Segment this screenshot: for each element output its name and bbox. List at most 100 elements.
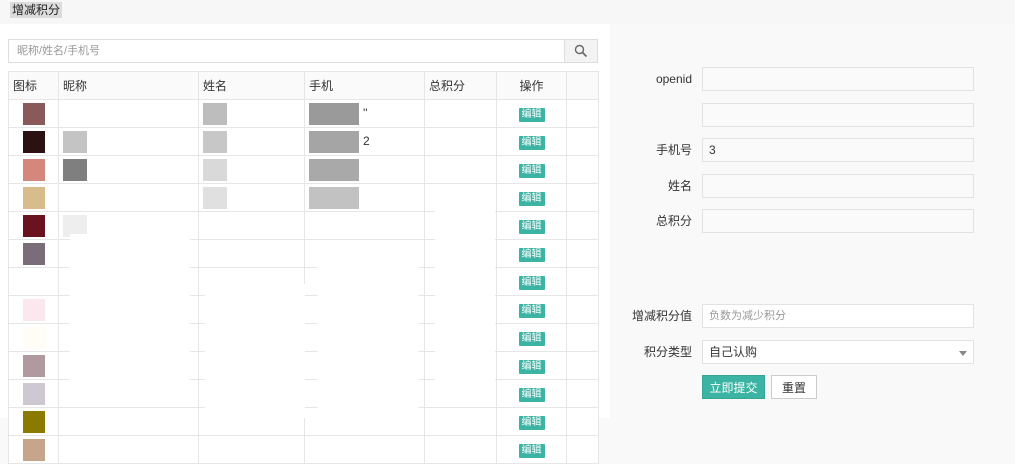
phone-cell (304, 435, 425, 464)
actions-cell: 编辑 (496, 155, 567, 184)
avatar-cell (8, 379, 59, 408)
phone-cell (304, 183, 425, 212)
nickname-cell (58, 435, 199, 464)
col-nickname: 昵称 (58, 71, 199, 100)
total-points-row: 总积分 (610, 209, 1015, 233)
spacer-cell (566, 407, 599, 436)
search-box (8, 39, 598, 63)
spacer-cell (566, 155, 599, 184)
actions-cell: 编辑 (496, 127, 567, 156)
actions-cell: 编辑 (496, 407, 567, 436)
spacer-cell (566, 99, 599, 128)
adjust-points-row: 增减积分值 (610, 304, 1015, 328)
search-button[interactable] (564, 40, 597, 62)
spacer-cell (566, 267, 599, 296)
total-points-cell (424, 435, 497, 464)
nickname-cell (58, 183, 199, 212)
redacted-block (309, 186, 359, 209)
name-cell (198, 435, 305, 464)
name-cell (198, 155, 305, 184)
adjust-points-input[interactable] (702, 304, 974, 328)
spacer-cell (566, 323, 599, 352)
redacted-block (309, 130, 359, 153)
spacer-cell (566, 379, 599, 408)
nickname-cell (58, 407, 199, 436)
submit-button[interactable]: 立即提交 (702, 375, 765, 399)
edit-button[interactable]: 编辑 (518, 247, 545, 262)
edit-button[interactable]: 编辑 (518, 219, 545, 234)
redacted-block (309, 158, 359, 181)
table-row: '' 编辑 (8, 99, 599, 128)
openid-label: openid (655, 72, 692, 86)
table-row: 编辑 (8, 183, 599, 212)
actions-cell: 编辑 (496, 183, 567, 212)
edit-button[interactable]: 编辑 (518, 275, 545, 290)
edit-button[interactable]: 编辑 (518, 163, 545, 178)
avatar (22, 270, 45, 293)
top-bar: 增减积分 (0, 0, 1015, 25)
redacted-block (63, 130, 87, 153)
points-type-select[interactable]: 自己认购 (702, 340, 974, 364)
edit-button[interactable]: 编辑 (518, 191, 545, 206)
edit-button[interactable]: 编辑 (518, 387, 545, 402)
avatar-cell (8, 295, 59, 324)
name-cell (198, 99, 305, 128)
col-name: 姓名 (198, 71, 305, 100)
actions-cell: 编辑 (496, 323, 567, 352)
total-points-field (702, 209, 974, 233)
actions-cell: 编辑 (496, 435, 567, 464)
member-list-panel: 图标 昵称 姓名 手机 总积分 操作 ''编辑2编辑编辑编辑编辑编辑编辑编辑编辑… (0, 24, 610, 464)
table-row: 编辑 (8, 155, 599, 184)
search-icon (574, 44, 588, 58)
phone-text: 2 (363, 133, 370, 148)
avatar (22, 130, 45, 153)
spacer-cell (566, 435, 599, 464)
search-input[interactable] (9, 40, 567, 62)
phone-cell: 2 (304, 127, 425, 156)
edit-button[interactable]: 编辑 (518, 443, 545, 458)
edit-button[interactable]: 编辑 (518, 303, 545, 318)
actions-cell: 编辑 (496, 99, 567, 128)
avatar-cell (8, 323, 59, 352)
avatar-cell (8, 239, 59, 268)
total-points-cell (424, 99, 497, 128)
openid-field (702, 67, 974, 91)
points-type-value: 自己认购 (709, 345, 758, 359)
reset-button[interactable]: 重置 (771, 375, 817, 399)
avatar-cell (8, 127, 59, 156)
redaction-mask (205, 284, 305, 418)
phone-text: '' (363, 105, 368, 120)
chevron-down-icon (959, 351, 967, 356)
name-label: 姓名 (667, 179, 692, 193)
total-points-cell (424, 127, 497, 156)
avatar-cell (8, 267, 59, 296)
edit-button[interactable]: 编辑 (518, 135, 545, 150)
table-header-row: 图标 昵称 姓名 手机 总积分 操作 (8, 71, 599, 100)
nickname-row (610, 103, 1015, 127)
name-field (702, 174, 974, 198)
avatar (22, 158, 45, 181)
points-type-label: 积分类型 (643, 345, 692, 359)
phone-row: 手机号 3 (610, 138, 1015, 162)
name-cell (198, 183, 305, 212)
redacted-block (309, 102, 359, 125)
spacer-cell (566, 351, 599, 380)
edit-button[interactable]: 编辑 (518, 359, 545, 374)
phone-cell (304, 155, 425, 184)
avatar-cell (8, 99, 59, 128)
actions-cell: 编辑 (496, 239, 567, 268)
phone-cell: '' (304, 99, 425, 128)
avatar (22, 438, 45, 461)
adjust-points-label: 增减积分值 (631, 309, 692, 323)
avatar-cell (8, 183, 59, 212)
nickname-field (702, 103, 974, 127)
breadcrumb: 增减积分 (10, 2, 63, 18)
avatar (22, 410, 45, 433)
openid-row: openid (610, 67, 1015, 91)
edit-button[interactable]: 编辑 (518, 331, 545, 346)
spacer-cell (566, 183, 599, 212)
avatar (22, 382, 45, 405)
edit-button[interactable]: 编辑 (518, 107, 545, 122)
redaction-mask (318, 254, 418, 418)
avatar-cell (8, 435, 59, 464)
